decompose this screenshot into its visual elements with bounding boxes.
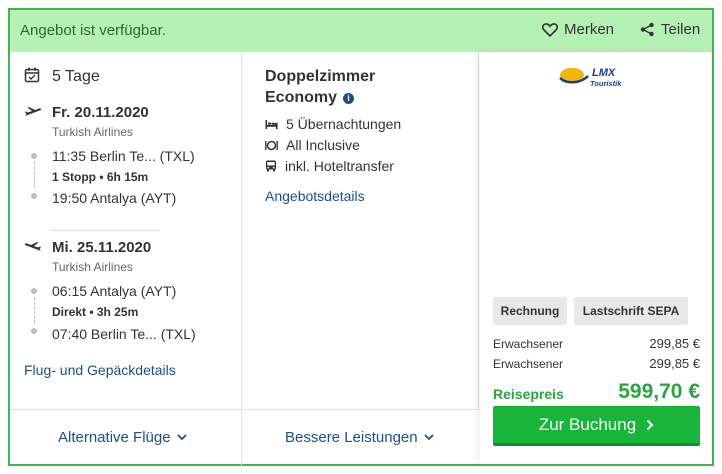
food-icon xyxy=(265,140,278,150)
bed-icon xyxy=(265,119,278,129)
heart-icon xyxy=(542,23,558,37)
logo-text-lmx: LMX xyxy=(592,67,616,79)
feature-board: All Inclusive xyxy=(265,137,360,153)
logo-text-touristik: Touristik xyxy=(590,79,622,88)
availability-bar: Angebot ist verfügbar. Merken Teilen xyxy=(10,10,712,52)
room-type: Doppelzimmer Economy i xyxy=(265,66,375,108)
chevron-right-icon xyxy=(646,419,654,430)
room-type-line2-row: Economy i xyxy=(265,87,375,108)
better-services-button[interactable]: Bessere Leistungen xyxy=(285,429,434,446)
calendar-icon xyxy=(24,67,40,83)
feature-nights: 5 Übernachtungen xyxy=(265,116,401,132)
room-type-line2: Economy xyxy=(265,89,338,106)
return-airline: Turkish Airlines xyxy=(52,260,133,274)
price-label: Erwachsener xyxy=(493,337,564,351)
availability-text: Angebot ist verfügbar. xyxy=(20,22,166,39)
teilen-label: Teilen xyxy=(661,21,701,38)
teilen-button[interactable]: Teilen xyxy=(640,21,700,38)
book-label: Zur Buchung xyxy=(538,414,637,434)
offer-details-link[interactable]: Angebotsdetails xyxy=(265,188,365,204)
room-type-line1: Doppelzimmer xyxy=(265,68,376,85)
better-services-label: Bessere Leistungen xyxy=(285,429,418,446)
info-icon[interactable]: i xyxy=(343,93,355,104)
timeline-dot xyxy=(31,328,37,334)
feature-label: 5 Übernachtungen xyxy=(286,116,402,132)
chevron-down-icon xyxy=(176,434,187,441)
timeline-line xyxy=(34,162,35,188)
outbound-airline: Turkish Airlines xyxy=(52,125,133,139)
outbound-departure: 11:35 Berlin Te... (TXL) xyxy=(52,148,195,164)
feature-label: inkl. Hoteltransfer xyxy=(285,158,394,174)
book-button[interactable]: Zur Buchung xyxy=(493,406,700,446)
timeline-dot xyxy=(31,288,37,294)
footer-cell-services: Bessere Leistungen xyxy=(243,410,480,467)
return-arrival: 07:40 Berlin Te... (TXL) xyxy=(52,326,196,342)
outbound-date: Fr. 20.11.2020 xyxy=(52,104,149,121)
merken-button[interactable]: Merken xyxy=(542,21,614,38)
plane-departure-icon xyxy=(25,107,42,116)
footer-cell-flights: Alternative Flüge xyxy=(10,410,242,467)
offer-card: Angebot ist verfügbar. Merken Teilen 5 T… xyxy=(8,8,714,467)
timeline-line xyxy=(34,297,35,323)
bus-icon xyxy=(266,160,276,172)
total-price: 599,70 € xyxy=(618,380,700,403)
alternative-flights-button[interactable]: Alternative Flüge xyxy=(58,429,187,446)
payment-chip-sepa: Lastschrift SEPA xyxy=(574,297,688,325)
feature-label: All Inclusive xyxy=(286,137,360,153)
share-icon xyxy=(640,22,654,37)
return-departure: 06:15 Antalya (AYT) xyxy=(52,283,177,299)
timeline-dot xyxy=(31,153,37,159)
flight-details-link[interactable]: Flug- und Gepäckdetails xyxy=(24,362,176,378)
return-date: Mi. 25.11.2020 xyxy=(52,239,152,256)
timeline-dot xyxy=(31,193,37,199)
lmx-touristik-logo: LMX Touristik xyxy=(559,67,622,88)
price-value: 299,85 € xyxy=(649,336,700,351)
merken-label: Merken xyxy=(564,21,615,38)
footer-bar: Alternative Flüge Bessere Leistungen xyxy=(10,409,480,467)
feature-transfer: inkl. Hoteltransfer xyxy=(265,158,394,174)
price-column: LMX Touristik Rechnung Lastschrift SEPA … xyxy=(480,52,712,466)
plane-arrival-icon xyxy=(24,242,41,251)
hotel-column: Doppelzimmer Economy i 5 Übernachtungen A… xyxy=(243,52,479,409)
payment-chip-rechnung: Rechnung xyxy=(493,297,567,325)
flight-divider xyxy=(50,230,160,231)
outbound-stops: 1 Stopp • 6h 15m xyxy=(52,170,149,184)
return-stops: Direkt • 3h 25m xyxy=(52,305,139,319)
outbound-arrival: 19:50 Antalya (AYT) xyxy=(52,190,177,206)
chevron-down-icon xyxy=(423,434,434,441)
price-value: 299,85 € xyxy=(649,356,700,371)
alternative-flights-label: Alternative Flüge xyxy=(58,429,171,446)
price-label: Erwachsener xyxy=(493,357,564,371)
total-label: Reisepreis xyxy=(493,386,564,402)
trip-duration: 5 Tage xyxy=(52,68,100,85)
flight-column: 5 Tage Fr. 20.11.2020 Turkish Airlines 1… xyxy=(10,52,242,409)
